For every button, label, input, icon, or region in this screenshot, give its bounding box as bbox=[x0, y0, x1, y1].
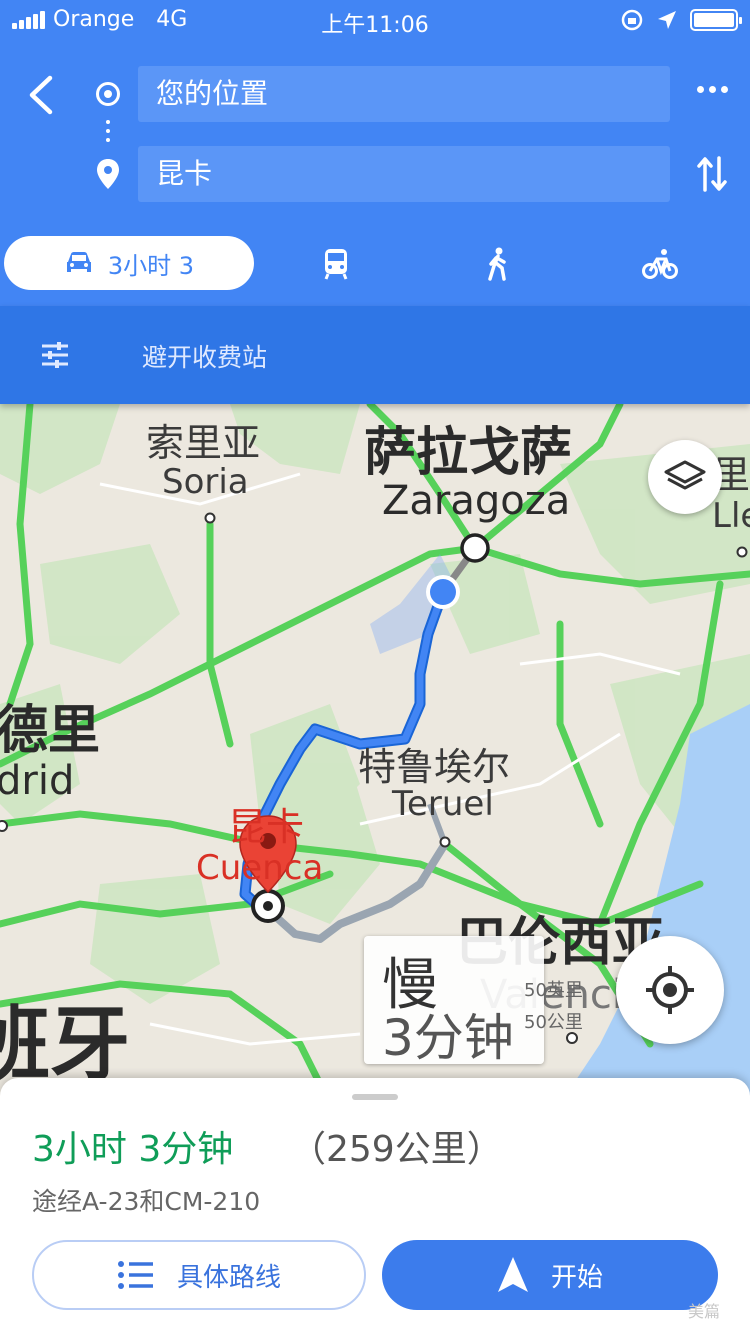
steps-button[interactable]: 具体路线 bbox=[32, 1240, 366, 1310]
orientation-lock-icon bbox=[621, 9, 643, 31]
filter-options-icon[interactable] bbox=[40, 342, 70, 368]
swap-icon[interactable] bbox=[696, 154, 728, 194]
location-arrow-icon bbox=[658, 11, 676, 29]
back-arrow-icon[interactable] bbox=[22, 72, 62, 118]
route-summary-sheet[interactable]: 3小时 3分钟 （259公里） 途经A-23和CM-210 具体路线 开始 美篇 bbox=[0, 1078, 750, 1336]
map-label-zaragoza-en: Zaragoza bbox=[382, 478, 571, 524]
traffic-callout[interactable]: 慢 3分钟 bbox=[364, 936, 544, 1067]
map-label-madrid-cn: 德里 bbox=[0, 701, 101, 761]
map-label-cuenca-cn: 昆卡 bbox=[228, 805, 305, 849]
route-options-bar: 避开收费站 bbox=[0, 306, 750, 404]
route-via: 途经A-23和CM-210 bbox=[32, 1187, 261, 1216]
steps-button-label: 具体路线 bbox=[176, 1262, 281, 1293]
map-label-soria-cn: 索里亚 bbox=[146, 421, 261, 465]
map-label-cuenca-en: Cuenca bbox=[196, 848, 324, 888]
route-start-marker bbox=[460, 533, 490, 563]
my-location-button[interactable] bbox=[616, 936, 724, 1044]
mode-driving-tab[interactable]: 3小时 3 bbox=[4, 236, 254, 290]
car-icon bbox=[66, 252, 91, 272]
map-label-soria-en: Soria bbox=[162, 462, 249, 502]
more-options-icon[interactable] bbox=[697, 86, 728, 93]
map-label-madrid-en: drid bbox=[0, 758, 75, 804]
list-icon bbox=[117, 1261, 153, 1289]
sheet-drag-handle[interactable] bbox=[352, 1094, 398, 1100]
origin-dot-icon bbox=[96, 82, 120, 106]
destination-input[interactable]: 昆卡 bbox=[138, 146, 670, 202]
traffic-callout-delay: 3分钟 bbox=[382, 1009, 514, 1067]
start-navigation-button[interactable]: 开始 bbox=[382, 1240, 718, 1310]
walk-icon[interactable] bbox=[480, 246, 516, 282]
map-label-zaragoza-cn: 萨拉戈萨 bbox=[364, 423, 573, 483]
destination-pin-icon bbox=[97, 159, 119, 189]
status-bar: Orange 4G 上午11:06 bbox=[0, 0, 750, 40]
watermark: 美篇 bbox=[687, 1302, 720, 1321]
route-duration: 3小时 3分钟 bbox=[32, 1129, 234, 1170]
scale-miles: 50英里 bbox=[524, 980, 583, 1001]
route-distance: （259公里） bbox=[290, 1129, 503, 1170]
map-label-teruel-en: Teruel bbox=[392, 784, 494, 824]
current-location-dot bbox=[430, 579, 456, 605]
directions-header: 您的位置 昆卡 3小时 3 bbox=[0, 40, 750, 306]
layers-button[interactable] bbox=[648, 440, 722, 514]
scale-km: 50公里 bbox=[524, 1012, 583, 1033]
map-label-teruel-cn: 特鲁埃尔 bbox=[358, 745, 511, 789]
map-view[interactable]: 索里亚 Soria 萨拉戈萨 Zaragoza 德里 drid 特鲁埃尔 Ter… bbox=[0, 404, 750, 1104]
my-location-icon bbox=[646, 966, 694, 1014]
origin-input[interactable]: 您的位置 bbox=[138, 66, 670, 122]
bike-icon[interactable] bbox=[642, 246, 678, 282]
connector-dots-icon bbox=[106, 120, 110, 147]
layers-icon bbox=[664, 460, 706, 490]
navigation-arrow-icon bbox=[497, 1257, 528, 1292]
travel-modes: 3小时 3 bbox=[0, 234, 750, 294]
transit-icon[interactable] bbox=[318, 246, 354, 282]
start-button-label: 开始 bbox=[550, 1262, 603, 1293]
status-right bbox=[620, 8, 742, 32]
driving-time-label: 3小时 3 bbox=[107, 251, 195, 280]
avoid-tolls-option[interactable]: 避开收费站 bbox=[142, 338, 267, 374]
battery-icon bbox=[690, 9, 742, 31]
